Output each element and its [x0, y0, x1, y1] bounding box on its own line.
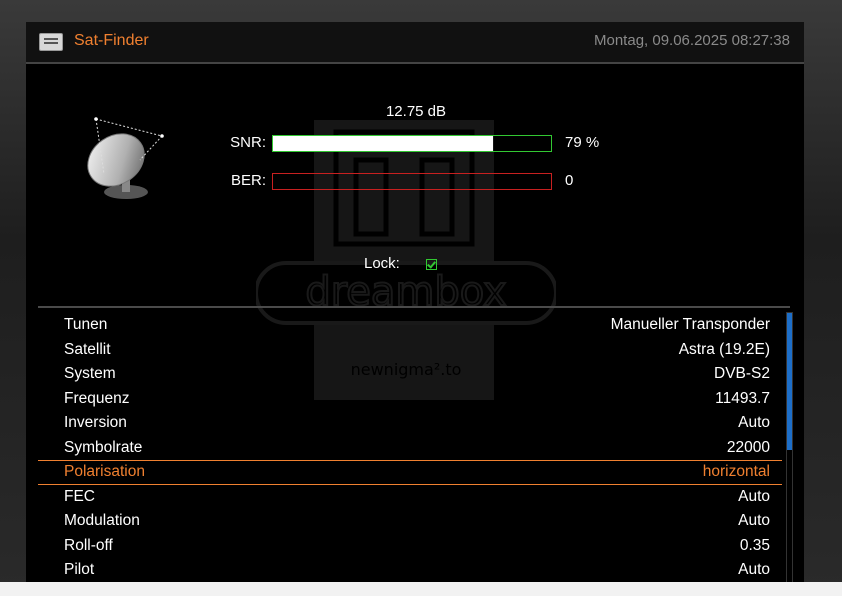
- list-divider: [38, 306, 790, 308]
- setting-label: Polarisation: [64, 463, 145, 480]
- setting-label: FEC: [64, 487, 95, 505]
- snr-db-value: 12.75 dB: [385, 103, 447, 120]
- list-item-symbolrate[interactable]: Symbolrate 22000: [38, 436, 782, 461]
- title-divider: [26, 62, 804, 64]
- scrollbar-thumb[interactable]: [787, 313, 792, 450]
- setting-value: 22000: [726, 438, 770, 456]
- setting-label: Symbolrate: [64, 438, 143, 456]
- watermark-brand: dreambox: [305, 269, 506, 315]
- settings-list[interactable]: Tunen Manueller Transponder Satellit Astra…: [38, 313, 782, 582]
- list-item-pilot[interactable]: Pilot Auto: [38, 558, 782, 582]
- setting-value: Auto: [738, 561, 770, 578]
- setting-label: System: [64, 365, 116, 382]
- setting-label: Satellit: [64, 340, 111, 358]
- title-bar: Sat-Finder Montag, 09.06.2025 08:27:38: [26, 22, 804, 62]
- setting-value: horizontal: [702, 463, 770, 480]
- bottom-strip: [0, 582, 842, 596]
- setting-label: Frequenz: [64, 389, 130, 407]
- setting-label: Tunen: [64, 316, 108, 333]
- ber-value: 0: [565, 172, 574, 189]
- list-item-polarisation-selected[interactable]: Polarisation horizontal: [38, 460, 782, 485]
- setting-value: DVB-S2: [714, 365, 770, 382]
- list-item-fec[interactable]: FEC Auto: [38, 485, 782, 510]
- setting-label: Inversion: [64, 414, 127, 431]
- list-item-tunen[interactable]: Tunen Manueller Transponder: [38, 313, 782, 338]
- ber-label: BER:: [230, 172, 266, 189]
- setting-value: Astra (19.2E): [678, 340, 770, 358]
- tv-guide-icon: [39, 33, 63, 51]
- setting-value: Auto: [738, 487, 770, 505]
- sat-finder-screen: Sat-Finder Montag, 09.06.2025 08:27:38 d…: [26, 22, 804, 582]
- setting-value: 0.35: [739, 536, 770, 554]
- setting-value: Auto: [738, 414, 770, 431]
- datetime: Montag, 09.06.2025 08:27:38: [594, 32, 790, 49]
- list-item-system[interactable]: System DVB-S2: [38, 362, 782, 387]
- snr-bar-fill: [273, 136, 493, 151]
- list-scrollbar[interactable]: [786, 312, 793, 582]
- lock-label: Lock:: [364, 255, 400, 272]
- setting-label: Roll-off: [64, 536, 113, 554]
- setting-value: Manueller Transponder: [610, 316, 770, 333]
- app-title: Sat-Finder: [74, 32, 149, 49]
- snr-bar: [272, 135, 552, 152]
- ber-bar: [272, 173, 552, 190]
- setting-label: Pilot: [64, 561, 95, 578]
- setting-value: 11493.7: [715, 389, 770, 407]
- list-item-inversion[interactable]: Inversion Auto: [38, 411, 782, 436]
- lock-check-icon: [426, 259, 437, 270]
- list-item-satellit[interactable]: Satellit Astra (19.2E): [38, 338, 782, 363]
- list-item-frequenz[interactable]: Frequenz 11493.7: [38, 387, 782, 412]
- snr-percent: 79 %: [565, 134, 600, 151]
- snr-label: SNR:: [230, 134, 266, 151]
- list-item-modulation[interactable]: Modulation Auto: [38, 509, 782, 534]
- setting-value: Auto: [738, 512, 770, 529]
- satellite-dish-icon: [87, 117, 164, 199]
- list-item-roll-off[interactable]: Roll-off 0.35: [38, 534, 782, 559]
- setting-label: Modulation: [64, 512, 140, 529]
